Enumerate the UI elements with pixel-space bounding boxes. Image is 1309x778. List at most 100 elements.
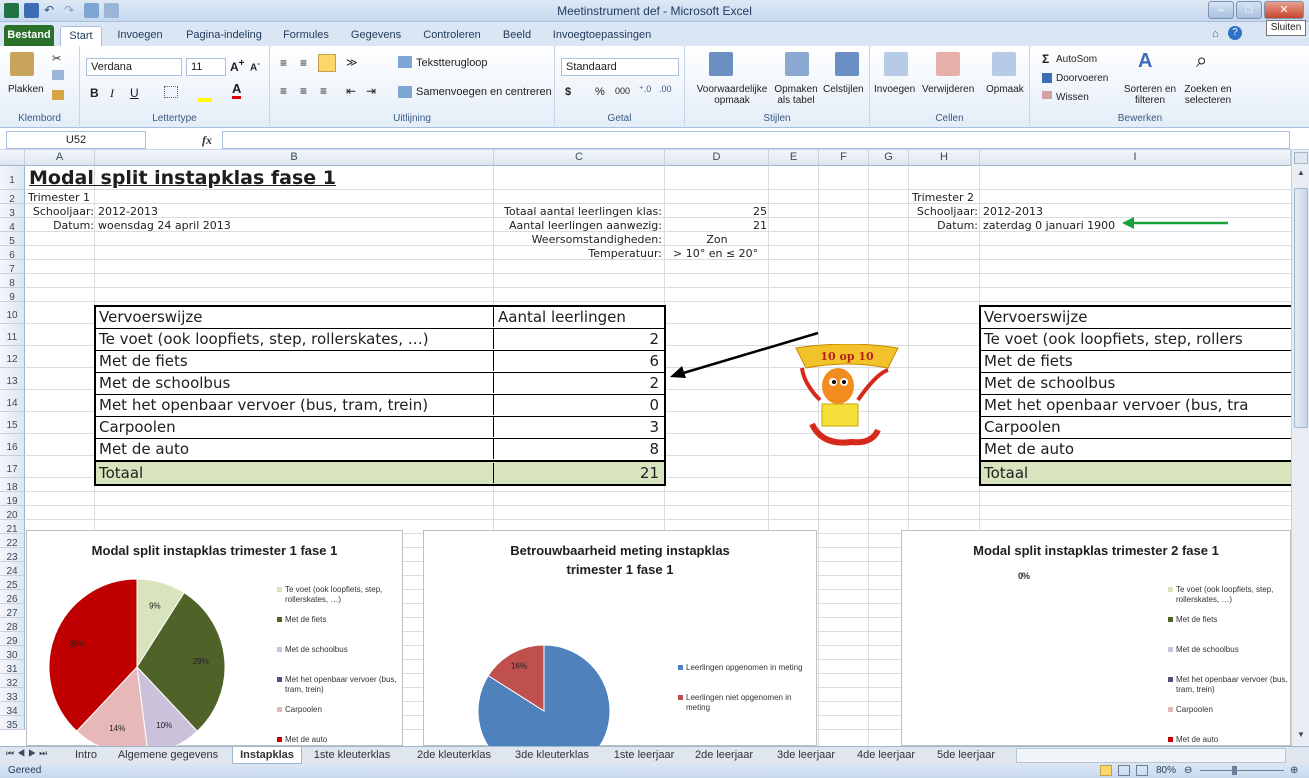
format-table-button[interactable]: Opmaken als tabel: [771, 84, 821, 106]
maximize-button[interactable]: □: [1236, 1, 1262, 19]
tab-controleren[interactable]: Controleren: [414, 26, 490, 46]
row-header[interactable]: 2: [0, 190, 25, 205]
row-header[interactable]: 29: [0, 632, 25, 647]
tab-start[interactable]: Start: [60, 26, 102, 46]
row-header[interactable]: 27: [0, 604, 25, 619]
conditional-format-button[interactable]: Voorwaardelijke opmaak: [689, 84, 775, 106]
column-header[interactable]: E: [769, 150, 819, 166]
row-header[interactable]: 31: [0, 660, 25, 675]
insert-function-button[interactable]: fx: [150, 131, 220, 149]
row-header[interactable]: 34: [0, 702, 25, 717]
name-box[interactable]: U52: [6, 131, 146, 149]
tab-bestand[interactable]: Bestand: [4, 25, 54, 46]
zoom-slider[interactable]: [1200, 770, 1284, 771]
scroll-down-icon[interactable]: ▼: [1294, 728, 1308, 742]
help-icon[interactable]: ?: [1228, 26, 1242, 40]
row-header[interactable]: 9: [0, 288, 25, 303]
sheet-tab-2de-leerjaar[interactable]: 2de leerjaar: [688, 747, 760, 764]
cell-styles-button[interactable]: Celstijlen: [823, 84, 864, 95]
page-break-icon[interactable]: [1136, 765, 1148, 776]
sheet-tab-3de-leerjaar[interactable]: 3de leerjaar: [768, 747, 844, 764]
number-format-select[interactable]: Standaard: [561, 58, 679, 76]
row-header[interactable]: 5: [0, 232, 25, 247]
align-left-icon[interactable]: ≡: [280, 84, 287, 98]
align-bottom-icon[interactable]: [318, 54, 336, 72]
increase-decimal-icon[interactable]: ⁺.0: [639, 84, 651, 95]
row-header[interactable]: 4: [0, 218, 25, 233]
wrap-text-icon[interactable]: [398, 56, 412, 68]
underline-button[interactable]: U: [130, 86, 139, 100]
column-header[interactable]: F: [819, 150, 869, 166]
formula-input[interactable]: [222, 131, 1290, 149]
sheet-tab-5de-leerjaar[interactable]: 5de leerjaar: [928, 747, 1004, 764]
orientation-icon[interactable]: ≫: [346, 56, 358, 69]
row-header[interactable]: 11: [0, 324, 25, 346]
align-middle-icon[interactable]: ≡: [300, 56, 307, 70]
merge-button[interactable]: Samenvoegen en centreren: [416, 86, 552, 98]
sheet-tab-1ste-leerjaar[interactable]: 1ste leerjaar: [604, 747, 684, 764]
row-header[interactable]: 18: [0, 478, 25, 493]
row-header[interactable]: 16: [0, 434, 25, 456]
borders-icon[interactable]: [164, 86, 178, 98]
currency-button[interactable]: $: [565, 86, 571, 98]
increase-indent-icon[interactable]: ⇥: [366, 84, 376, 98]
row-header[interactable]: 25: [0, 576, 25, 591]
fill-color-icon[interactable]: [198, 98, 212, 102]
tab-scroll-icons[interactable]: ⏮◀▶⏭: [6, 748, 50, 759]
column-header[interactable]: B: [95, 150, 494, 166]
merge-icon[interactable]: [398, 86, 412, 98]
row-header[interactable]: 22: [0, 534, 25, 549]
row-header[interactable]: 12: [0, 346, 25, 368]
align-center-icon[interactable]: ≡: [300, 84, 307, 98]
column-header[interactable]: I: [980, 150, 1291, 166]
row-header[interactable]: 32: [0, 674, 25, 689]
row-header[interactable]: 7: [0, 260, 25, 275]
sheet-tab-3de-kleuterklas[interactable]: 3de kleuterklas: [506, 747, 598, 764]
row-header[interactable]: 19: [0, 492, 25, 507]
grow-font-icon[interactable]: A+: [230, 58, 245, 74]
horizontal-scrollbar[interactable]: [1016, 748, 1286, 763]
row-header[interactable]: 14: [0, 390, 25, 412]
delete-cells-button[interactable]: Verwijderen: [922, 84, 974, 95]
align-right-icon[interactable]: ≡: [320, 84, 327, 98]
zoom-in-icon[interactable]: ⊕: [1290, 765, 1298, 776]
chart-betrouwbaarheid[interactable]: Betrouwbaarheid meting instapklas trimes…: [423, 530, 817, 746]
scroll-thumb[interactable]: [1294, 188, 1308, 428]
italic-button[interactable]: I: [110, 86, 114, 101]
wrap-text-button[interactable]: Tekstterugloop: [416, 57, 488, 69]
tab-invoegtoepassingen[interactable]: Invoegtoepassingen: [546, 26, 658, 46]
scroll-up-icon[interactable]: ▲: [1294, 166, 1308, 180]
worksheet-grid[interactable]: A B C D E F G H I 1 2 3 4 5 6 7 8 9 10 11 12 13 14 15 1…: [0, 150, 1309, 746]
font-name-select[interactable]: Verdana: [86, 58, 182, 76]
normal-view-icon[interactable]: [1100, 765, 1112, 776]
row-header[interactable]: 24: [0, 562, 25, 577]
bold-button[interactable]: B: [90, 86, 99, 100]
sheet-tab-4de-leerjaar[interactable]: 4de leerjaar: [848, 747, 924, 764]
tab-invoegen[interactable]: Invoegen: [110, 26, 170, 46]
row-header[interactable]: 28: [0, 618, 25, 633]
chart-modal-split-t2[interactable]: Modal split instapklas trimester 2 fase …: [901, 530, 1291, 746]
split-handle[interactable]: [1294, 152, 1308, 164]
row-header[interactable]: 23: [0, 548, 25, 563]
copy-icon[interactable]: [52, 70, 64, 80]
row-header[interactable]: 6: [0, 246, 25, 261]
page-layout-icon[interactable]: [1118, 765, 1130, 776]
zoom-out-icon[interactable]: ⊖: [1184, 765, 1192, 776]
row-header[interactable]: 35: [0, 716, 25, 731]
column-header[interactable]: G: [869, 150, 909, 166]
clear-button[interactable]: Wissen: [1056, 92, 1089, 103]
vertical-scrollbar[interactable]: ▲ ▼: [1291, 150, 1309, 746]
column-header[interactable]: D: [665, 150, 769, 166]
tab-formules[interactable]: Formules: [276, 26, 336, 46]
insert-cells-button[interactable]: Invoegen: [874, 84, 915, 95]
format-cells-button[interactable]: Opmaak: [986, 84, 1024, 95]
decrease-indent-icon[interactable]: ⇤: [346, 84, 356, 98]
fill-button[interactable]: Doorvoeren: [1056, 73, 1108, 84]
paste-icon[interactable]: [10, 52, 34, 76]
sheet-tab-2de-kleuterklas[interactable]: 2de kleuterklas: [408, 747, 500, 764]
column-header[interactable]: C: [494, 150, 665, 166]
sheet-tab-1ste-kleuterklas[interactable]: 1ste kleuterklas: [306, 747, 398, 764]
row-header[interactable]: 10: [0, 302, 25, 324]
ribbon-minimize-icon[interactable]: ⌂: [1212, 28, 1219, 40]
sheet-tab-algemene-gegevens[interactable]: Algemene gegevens: [110, 747, 226, 764]
